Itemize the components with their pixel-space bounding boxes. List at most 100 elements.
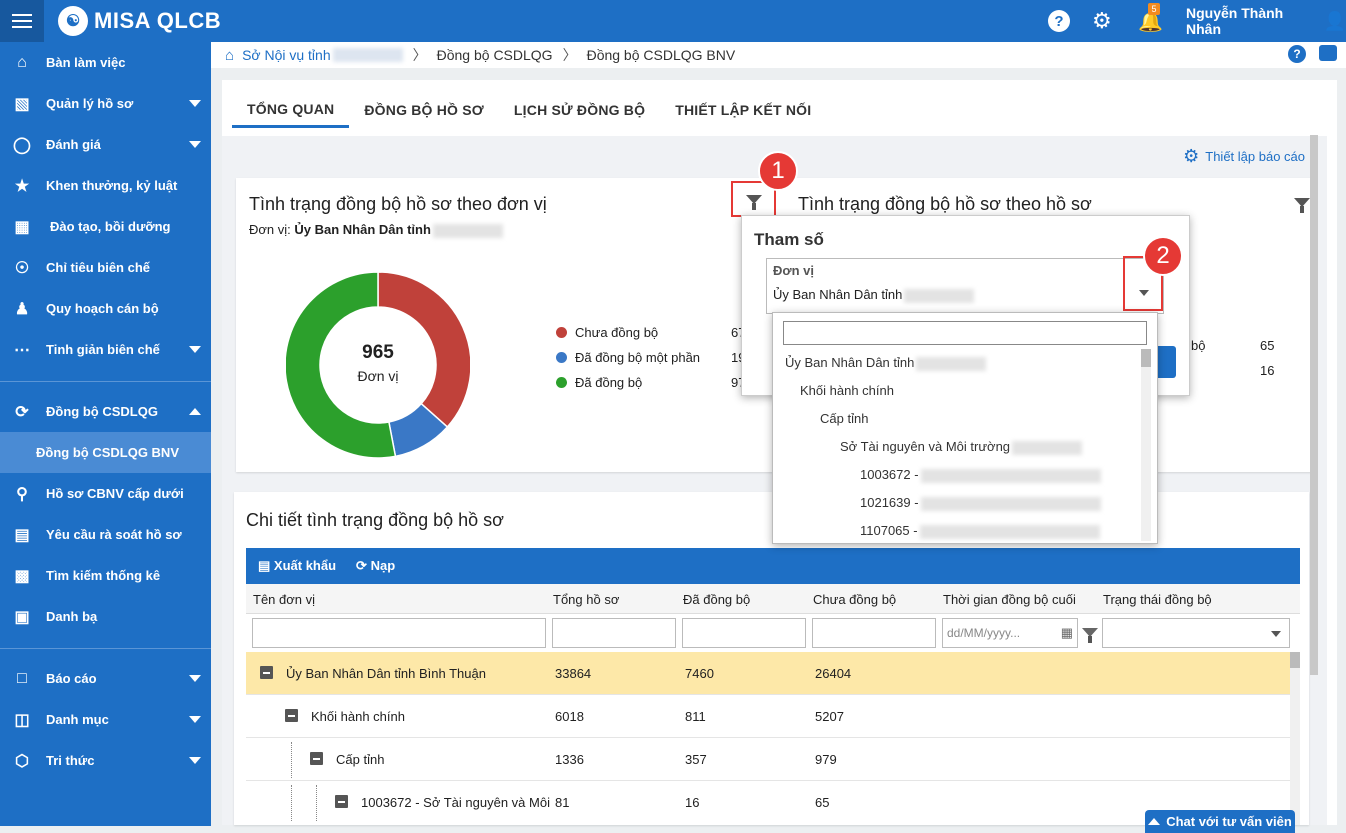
filter-ten-don-vi[interactable] — [252, 618, 546, 648]
chat-button[interactable]: Chat với tư vấn viên — [1145, 810, 1295, 833]
tree-line — [291, 742, 292, 778]
unit-select[interactable]: Đơn vị Ủy Ban Nhân Dân tỉnh — [766, 258, 1164, 314]
sidebar-item-tinh-gian[interactable]: ⋯ Tinh giản biên chế — [0, 329, 211, 370]
col-trang-thai[interactable]: Trạng thái đồng bộ — [1103, 592, 1212, 607]
sidebar-divider — [0, 381, 211, 382]
table-row[interactable]: 1003672 - Sở Tài nguyên và Môi 81 16 65 — [246, 781, 1290, 824]
filter-icon — [745, 194, 762, 210]
sidebar-item-dong-bo[interactable]: ⟳ Đồng bộ CSDLQG — [0, 391, 211, 432]
notification-bell-icon[interactable]: 🔔 5 — [1138, 0, 1163, 42]
collapse-icon[interactable] — [260, 666, 273, 679]
export-button[interactable]: ▤ Xuất khẩu — [258, 558, 336, 574]
tree-item[interactable]: 1003672 - — [860, 467, 1101, 483]
sidebar-item-dong-bo-bnv[interactable]: Đồng bộ CSDLQG BNV — [0, 432, 211, 473]
feedback-icon[interactable] — [1319, 45, 1337, 61]
tree-item[interactable]: Khối hành chính — [800, 383, 894, 398]
sidebar-item-ho-so-cap-duoi[interactable]: ⚲ Hồ sơ CBNV cấp dưới — [0, 473, 211, 514]
help-icon[interactable]: ? — [1288, 45, 1306, 63]
dropdown-search-input[interactable] — [783, 321, 1147, 345]
tree-item[interactable]: 1107065 - — [860, 523, 1100, 539]
table-row[interactable]: Ủy Ban Nhân Dân tỉnh Bình Thuận 33864 74… — [246, 652, 1290, 695]
profile-value-1: 65 — [1260, 338, 1275, 353]
tree-item[interactable]: 1021639 - — [860, 495, 1101, 511]
table-row[interactable]: Khối hành chính 6018 811 5207 — [246, 695, 1290, 738]
help-icon[interactable]: ? — [1048, 0, 1070, 42]
filter-trang-thai[interactable] — [1102, 618, 1290, 648]
tab-lich-su[interactable]: LỊCH SỬ ĐỒNG BỘ — [499, 92, 660, 128]
profile-status-title: Tình trạng đồng bộ hồ sơ theo hồ sơ — [798, 194, 1092, 214]
settings-icon[interactable]: ⚙ — [1092, 0, 1112, 42]
collapse-icon[interactable] — [335, 795, 348, 808]
page-scrollbar[interactable] — [1310, 135, 1318, 675]
filter-tong-ho-so[interactable] — [552, 618, 676, 648]
chart-icon: ▩ — [14, 567, 30, 585]
filter-icon[interactable] — [1294, 198, 1310, 213]
sidebar-item-tim-kiem[interactable]: ▩ Tìm kiếm thống kê — [0, 555, 211, 596]
breadcrumb-item-dong-bo[interactable]: Đồng bộ CSDLQG — [437, 47, 553, 63]
col-da-dong-bo[interactable]: Đã đồng bộ — [683, 592, 750, 607]
col-thoi-gian[interactable]: Thời gian đồng bộ cuối — [943, 592, 1076, 607]
popup-apply-button[interactable] — [1158, 346, 1176, 378]
date-filter-icon[interactable] — [1082, 628, 1098, 643]
donut-svg — [284, 271, 472, 459]
tab-tong-quan[interactable]: TỔNG QUAN — [232, 92, 350, 128]
callout-2: 2 — [1143, 236, 1183, 276]
dropdown-scrollbar[interactable] — [1141, 349, 1151, 541]
sidebar-item-dao-tao[interactable]: ▦ Đào tạo, bồi dưỡng — [0, 206, 211, 247]
redacted-text — [904, 288, 975, 303]
col-ten-don-vi[interactable]: Tên đơn vị — [253, 592, 315, 607]
col-chua-dong-bo[interactable]: Chưa đồng bộ — [813, 592, 896, 607]
chevron-up-icon — [1148, 818, 1161, 825]
sidebar-item-danh-muc[interactable]: ◫ Danh mục — [0, 699, 211, 740]
target-icon: ☉ — [14, 259, 30, 277]
unit-dropdown-list: Ủy Ban Nhân Dân tỉnh Khối hành chính Cấp… — [772, 312, 1158, 544]
setup-report-link[interactable]: ⚙ Thiết lập báo cáo — [1183, 146, 1305, 167]
sidebar-item-tri-thuc[interactable]: ⬡ Tri thức — [0, 740, 211, 781]
book-icon: ◫ — [14, 711, 30, 729]
breadcrumb-item-so-noi-vu[interactable]: Sở Nội vụ tỉnh — [242, 47, 331, 63]
menu-icon[interactable] — [0, 0, 44, 42]
filter-date[interactable]: dd/MM/yyyy... ▦ — [942, 618, 1078, 648]
grid-scrollbar[interactable] — [1290, 652, 1300, 825]
col-tong-ho-so[interactable]: Tổng hồ sơ — [553, 592, 619, 607]
user-menu[interactable]: Nguyễn Thành Nhân 👤 — [1186, 0, 1346, 42]
filter-chua-dong-bo[interactable] — [812, 618, 936, 648]
tree-item[interactable]: Ủy Ban Nhân Dân tỉnh — [785, 355, 987, 371]
redacted-text — [432, 223, 503, 238]
filter-da-dong-bo[interactable] — [682, 618, 806, 648]
chevron-down-icon — [189, 757, 201, 764]
breadcrumb-separator: 〉 — [562, 47, 577, 63]
sidebar-item-danh-gia[interactable]: ◯ Đánh giá — [0, 124, 211, 165]
logo-text: MISA QLCB — [94, 8, 222, 33]
app-logo[interactable]: ☯ MISA QLCB — [58, 6, 221, 36]
sidebar-item-yeu-cau[interactable]: ▤ Yêu cầu rà soát hồ sơ — [0, 514, 211, 555]
reload-button[interactable]: ⟳ Nạp — [356, 558, 395, 574]
sidebar-item-quan-ly-ho-so[interactable]: ▧ Quản lý hồ sơ — [0, 83, 211, 124]
trophy-icon: ★ — [14, 177, 30, 195]
top-bar: ☯ MISA QLCB ? ⚙ 🔔 5 Nguyễn Thành Nhân 👤 — [0, 0, 1346, 42]
legend-dot — [556, 377, 567, 388]
sidebar-item-khen-thuong[interactable]: ★ Khen thưởng, kỷ luật — [0, 165, 211, 206]
home-icon[interactable]: ⌂ — [225, 47, 234, 64]
sidebar-item-quy-hoach[interactable]: ♟ Quy hoạch cán bộ — [0, 288, 211, 329]
breadcrumb-item-current: Đồng bộ CSDLQG BNV — [586, 47, 736, 63]
calendar-icon[interactable]: ▦ — [1061, 625, 1073, 641]
tab-dong-bo-ho-so[interactable]: ĐỒNG BỘ HỒ SƠ — [349, 92, 499, 128]
collapse-icon[interactable] — [310, 752, 323, 765]
sidebar-item-danh-ba[interactable]: ▣ Danh bạ — [0, 596, 211, 637]
sidebar-item-bao-cao[interactable]: □ Báo cáo — [0, 658, 211, 699]
legend-chua-dong-bo: Chưa đồng bộ 67 — [556, 325, 745, 340]
refresh-icon: ⟳ — [356, 558, 367, 573]
detail-title: Chi tiết tình trạng đồng bộ hồ sơ — [246, 510, 504, 530]
sidebar-item-chi-tieu[interactable]: ☉ Chỉ tiêu biên chế — [0, 247, 211, 288]
tree-item[interactable]: Sở Tài nguyên và Môi trường — [840, 439, 1083, 455]
collapse-icon[interactable] — [285, 709, 298, 722]
tab-thiet-lap[interactable]: THIẾT LẬP KẾT NỐI — [660, 92, 826, 128]
chevron-down-icon — [189, 716, 201, 723]
sidebar-item-ban-lam-viec[interactable]: ⌂ Bàn làm việc — [0, 42, 211, 83]
profile-value-2: 16 — [1260, 363, 1275, 378]
tree-item[interactable]: Cấp tỉnh — [820, 411, 868, 426]
table-row[interactable]: Cấp tỉnh 1336 357 979 — [246, 738, 1290, 781]
redacted-text — [1012, 440, 1083, 455]
tree-line — [316, 785, 317, 821]
